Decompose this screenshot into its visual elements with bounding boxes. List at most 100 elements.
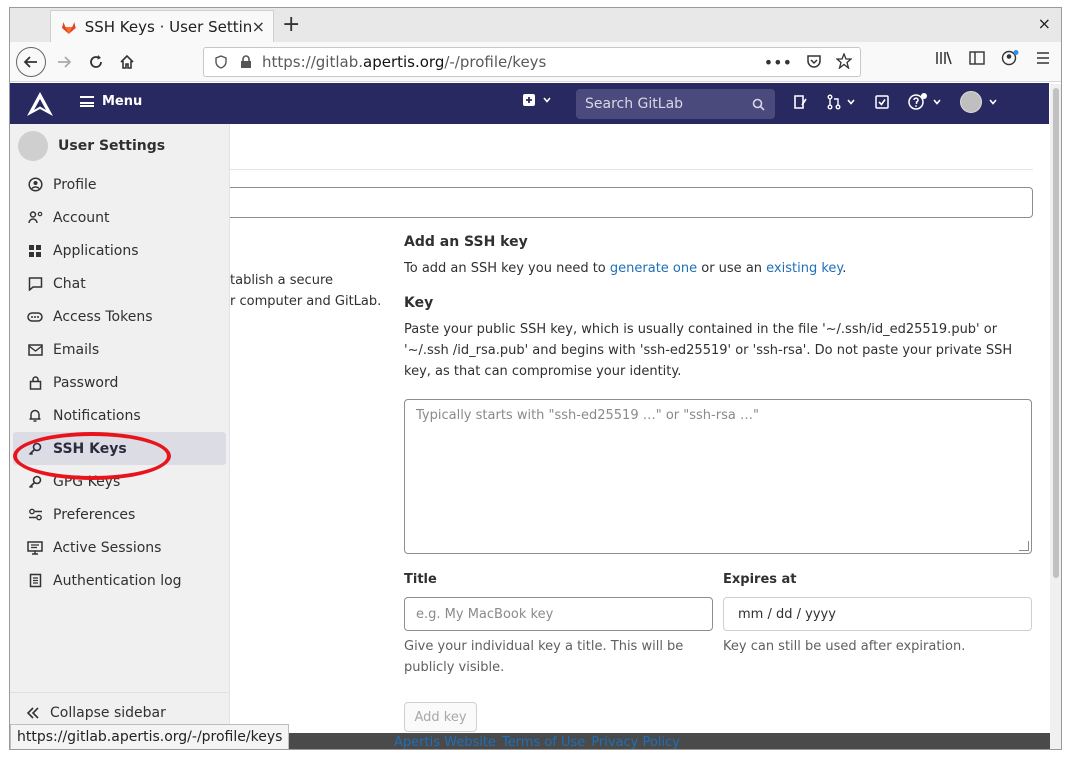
sidebar-item-authentication-log[interactable]: Authentication log (13, 564, 226, 597)
app-menu-icon[interactable] (1035, 50, 1051, 66)
chevron-down-icon (543, 97, 551, 103)
apertis-logo-icon[interactable] (26, 91, 54, 117)
sidebar-toggle-icon[interactable] (969, 50, 985, 66)
status-url: https://gitlab.apertis.org/-/profile/key… (17, 729, 283, 745)
footer-link-website[interactable]: Apertis Website (394, 735, 496, 750)
pocket-icon[interactable] (806, 53, 822, 69)
sidebar-item-profile[interactable]: Profile (13, 168, 226, 201)
gitlab-favicon-icon (61, 21, 76, 34)
divider (230, 169, 1033, 170)
sidebar-item-label: Notifications (53, 407, 141, 424)
url-text[interactable]: https://gitlab.apertis.org/-/profile/key… (262, 53, 546, 71)
sidebar-item-label: Emails (53, 341, 100, 358)
reload-icon (90, 55, 102, 68)
mail-icon (27, 342, 43, 358)
url-prefix: https://gitlab. (262, 53, 363, 71)
url-domain: apertis.org (363, 53, 445, 71)
bell-icon (27, 408, 43, 424)
home-button[interactable] (113, 48, 141, 76)
title-column: Title e.g. My MacBook key Give your indi… (404, 572, 713, 678)
key-textarea[interactable]: Typically starts with "ssh-ed25519 …" or… (404, 399, 1032, 554)
tab-title: SSH Keys · User Settings (84, 17, 252, 36)
arrow-right-icon (58, 56, 72, 68)
window-close-icon[interactable]: × (1038, 14, 1051, 33)
library-icon[interactable] (935, 50, 953, 66)
browser-window: SSH Keys · User Settings × + × https://g… (9, 7, 1062, 750)
merge-request-icon (827, 94, 841, 110)
intro-text: or use an (697, 261, 767, 276)
sidebar-item-chat[interactable]: Chat (13, 267, 226, 300)
sidebar-item-preferences[interactable]: Preferences (13, 498, 226, 531)
add-key-button[interactable]: Add key (404, 702, 477, 732)
expires-label: Expires at (723, 572, 797, 587)
existing-key-link[interactable]: existing key (766, 261, 842, 276)
expires-help: Key can still be used after expiration. (723, 639, 966, 654)
user-avatar (18, 131, 48, 161)
todo-check-icon[interactable] (874, 94, 890, 110)
token-icon (27, 309, 43, 325)
status-bar: https://gitlab.apertis.org/-/profile/key… (10, 724, 290, 749)
filter-input[interactable] (230, 187, 1033, 218)
account-circle-icon[interactable] (1001, 50, 1019, 66)
footer-link-terms[interactable]: Terms of Use (502, 735, 585, 750)
browser-tab[interactable]: SSH Keys · User Settings × (50, 10, 274, 42)
sidebar-item-notifications[interactable]: Notifications (13, 399, 226, 432)
monitor-icon (27, 540, 43, 556)
sidebar-item-access-tokens[interactable]: Access Tokens (13, 300, 226, 333)
collapse-sidebar-label: Collapse sidebar (50, 704, 166, 721)
account-icon (27, 210, 43, 226)
add-ssh-key-heading: Add an SSH key (404, 234, 528, 250)
more-actions-icon[interactable]: ••• (764, 53, 792, 72)
title-input[interactable]: e.g. My MacBook key (404, 597, 713, 631)
issues-icon[interactable] (792, 94, 808, 110)
sidebar-item-applications[interactable]: Applications (13, 234, 226, 267)
chevron-down-icon (989, 99, 997, 105)
new-tab-icon[interactable]: + (282, 12, 300, 37)
sidebar-item-label: Profile (53, 176, 97, 193)
address-bar[interactable]: https://gitlab.apertis.org/-/profile/key… (203, 47, 861, 77)
expires-date-input[interactable]: mm / dd / yyyy (723, 597, 1032, 631)
forward-button[interactable] (50, 48, 78, 76)
title-placeholder: e.g. My MacBook key (416, 606, 554, 622)
scrollbar[interactable] (1050, 84, 1061, 749)
bookmark-star-icon[interactable] (836, 52, 852, 69)
generate-one-link[interactable]: generate one (610, 261, 697, 276)
sidebar-item-active-sessions[interactable]: Active Sessions (13, 531, 226, 564)
tab-close-icon[interactable]: × (252, 17, 265, 36)
chevron-down-icon (847, 99, 855, 105)
scrollbar-thumb[interactable] (1053, 88, 1059, 578)
sidebar-item-password[interactable]: Password (13, 366, 226, 399)
shield-icon[interactable] (214, 55, 228, 69)
log-icon (27, 573, 43, 589)
resize-handle[interactable] (1019, 541, 1029, 551)
url-path: /-/profile/keys (444, 53, 547, 71)
back-button[interactable] (16, 47, 46, 77)
chat-icon (27, 276, 43, 292)
expires-value: mm / dd / yyyy (738, 606, 836, 622)
sidebar-item-label: Authentication log (53, 572, 182, 589)
sidebar-item-emails[interactable]: Emails (13, 333, 226, 366)
reload-button[interactable] (82, 48, 110, 76)
sidebar-title: User Settings (58, 138, 166, 154)
main-content: tablish a secure r computer and GitLab. … (230, 124, 1049, 732)
avatar (960, 91, 982, 113)
help-dropdown[interactable] (908, 93, 942, 111)
sidebar-item-label: Preferences (53, 506, 136, 523)
search-input[interactable]: Search GitLab (576, 89, 775, 119)
expires-column: Expires at mm / dd / yyyy Key can still … (723, 572, 1032, 678)
footer-link-privacy[interactable]: Privacy Policy (591, 735, 680, 750)
header-actions (792, 91, 998, 113)
sidebar-header[interactable]: User Settings (10, 124, 229, 168)
merge-requests-dropdown[interactable] (826, 94, 856, 110)
settings-sidebar: User Settings Profile Account Applicatio… (10, 124, 230, 732)
intro-text: To add an SSH key you need to (404, 261, 610, 276)
sidebar-item-label: Chat (53, 275, 86, 292)
plus-square-icon (523, 94, 535, 106)
menu-button[interactable]: Menu (80, 94, 142, 109)
lock-icon[interactable] (240, 55, 252, 69)
title-help: Give your individual key a title. This w… (404, 639, 684, 675)
create-new-dropdown[interactable] (522, 93, 552, 107)
user-menu-dropdown[interactable] (960, 91, 998, 113)
profile-icon (27, 177, 43, 193)
sidebar-item-account[interactable]: Account (13, 201, 226, 234)
